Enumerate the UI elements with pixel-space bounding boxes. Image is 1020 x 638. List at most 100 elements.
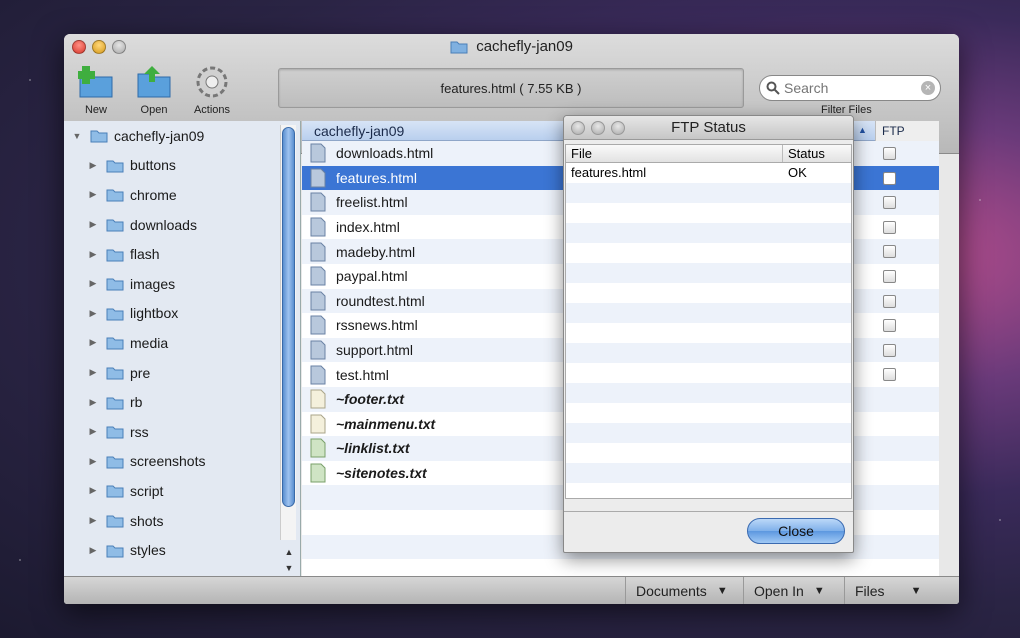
sidebar-item-buttons[interactable]: ▶ buttons (64, 151, 300, 181)
tree-root[interactable]: ▼ cachefly-jan09 (64, 121, 300, 151)
disclosure-closed-icon[interactable]: ▶ (88, 160, 98, 171)
sidebar-item-rss[interactable]: ▶ rss (64, 417, 300, 447)
dropdown-arrow-icon: ▼ (716, 585, 728, 597)
disclosure-closed-icon[interactable]: ▶ (88, 278, 98, 289)
ftp-checkbox[interactable] (883, 147, 896, 160)
disclosure-open-icon[interactable]: ▼ (72, 131, 82, 141)
sidebar-item-chrome[interactable]: ▶ chrome (64, 180, 300, 210)
clear-search-icon[interactable]: × (921, 81, 935, 95)
text-document-icon (310, 438, 326, 458)
disclosure-closed-icon[interactable]: ▶ (88, 367, 98, 378)
folder-icon (106, 278, 124, 291)
dialog-close-button[interactable] (571, 121, 585, 135)
gear-icon (196, 66, 228, 98)
sidebar-item-styles[interactable]: ▶ styles (64, 535, 300, 565)
search-input[interactable] (784, 80, 914, 96)
actions-label: Actions (193, 104, 231, 116)
ftp-checkbox[interactable] (883, 269, 896, 283)
sort-ascending-icon[interactable]: ▲ (858, 125, 867, 135)
ftp-checkbox[interactable] (883, 294, 896, 308)
ftp-status-column-header[interactable]: Status (783, 145, 825, 162)
sidebar-scrollbar[interactable] (280, 125, 296, 540)
ftp-empty-row (566, 223, 851, 243)
sidebar-item-label: buttons (130, 157, 176, 174)
new-folder-icon (78, 66, 113, 98)
ftp-checkbox[interactable] (883, 368, 896, 382)
sidebar-item-label: shots (130, 512, 164, 529)
html-document-icon (310, 365, 326, 385)
close-button[interactable]: Close (747, 518, 845, 544)
sidebar-item-downloads[interactable]: ▶ downloads (64, 210, 300, 240)
disclosure-closed-icon[interactable]: ▶ (88, 397, 98, 408)
sidebar-item-images[interactable]: ▶ images (64, 269, 300, 299)
disclosure-closed-icon[interactable]: ▶ (88, 456, 98, 467)
open-label: Open (140, 104, 168, 116)
disclosure-closed-icon[interactable]: ▶ (88, 337, 98, 348)
disclosure-closed-icon[interactable]: ▶ (88, 308, 98, 319)
ftp-empty-row (566, 363, 851, 383)
ftp-empty-row (566, 303, 851, 323)
folder-icon (106, 308, 124, 321)
sidebar-item-rb[interactable]: ▶ rb (64, 387, 300, 417)
scroll-up-arrow[interactable]: ▲ (282, 544, 296, 560)
ftp-status-table: File Status features.html OK (565, 144, 852, 499)
sidebar-item-label: images (130, 275, 176, 292)
sidebar-item-label: pre (130, 364, 151, 381)
sidebar-item-label: downloads (130, 216, 197, 233)
html-document-icon (310, 242, 326, 262)
ftp-checkbox[interactable] (883, 245, 896, 259)
sidebar-item-flash[interactable]: ▶ flash (64, 239, 300, 269)
disclosure-closed-icon[interactable]: ▶ (88, 189, 98, 200)
disclosure-closed-icon[interactable]: ▶ (88, 485, 98, 496)
sidebar-item-script[interactable]: ▶ script (64, 476, 300, 506)
ftp-empty-row (566, 263, 851, 283)
folder-tree: ▼ cachefly-jan09 ▶ buttons ▶ chrome ▶ downloa… (64, 121, 301, 576)
sidebar-item-pre[interactable]: ▶ pre (64, 358, 300, 388)
search-field[interactable]: × (759, 75, 941, 101)
sidebar-item-lightbox[interactable]: ▶ lightbox (64, 299, 300, 329)
html-document-icon (310, 143, 326, 163)
ftp-file-column-header[interactable]: File (566, 145, 783, 162)
dialog-minimize-button[interactable] (591, 121, 605, 135)
ftp-empty-row (566, 203, 851, 223)
documents-dropdown[interactable]: Documents ▼ (625, 577, 738, 604)
sidebar-item-screenshots[interactable]: ▶ screenshots (64, 447, 300, 477)
ftp-column-header[interactable]: FTP (875, 121, 939, 141)
disclosure-closed-icon[interactable]: ▶ (88, 515, 98, 526)
ftp-status-dialog: FTP Status File Status features.html OK C… (563, 115, 854, 553)
ftp-checkbox[interactable] (883, 220, 896, 234)
sidebar-scroll-thumb[interactable] (282, 127, 295, 507)
ftp-table-row[interactable]: features.html OK (566, 163, 851, 183)
disclosure-closed-icon[interactable]: ▶ (88, 545, 98, 556)
disclosure-closed-icon[interactable]: ▶ (88, 249, 98, 260)
files-dropdown[interactable]: Files ▼ (844, 577, 931, 604)
disclosure-closed-icon[interactable]: ▶ (88, 426, 98, 437)
ftp-checkbox[interactable] (883, 319, 896, 333)
ftp-dialog-titlebar[interactable]: FTP Status (564, 116, 853, 140)
files-label: Files (855, 583, 885, 599)
dialog-zoom-button[interactable] (611, 121, 625, 135)
folder-icon (106, 545, 124, 558)
text-document-icon (310, 463, 326, 483)
open-button[interactable]: Open (126, 64, 182, 116)
actions-button[interactable]: Actions (184, 64, 240, 116)
sidebar-item-label: screenshots (130, 453, 206, 470)
scroll-down-arrow[interactable]: ▼ (282, 560, 296, 576)
sidebar-item-label: styles (130, 542, 166, 559)
ftp-empty-row (566, 183, 851, 203)
ftp-checkbox[interactable] (883, 196, 896, 210)
ftp-checkbox[interactable] (883, 343, 896, 357)
ftp-empty-row (566, 443, 851, 463)
folder-icon (106, 515, 124, 528)
dropdown-arrow-icon: ▼ (910, 585, 922, 597)
disclosure-closed-icon[interactable]: ▶ (88, 219, 98, 230)
sidebar-item-shots[interactable]: ▶ shots (64, 506, 300, 536)
documents-label: Documents (636, 583, 707, 599)
dialog-divider (564, 511, 853, 512)
ftp-checkbox[interactable] (883, 171, 896, 185)
open-in-dropdown[interactable]: Open In ▼ (743, 577, 835, 604)
file-list-header-label: cachefly-jan09 (314, 122, 405, 139)
new-button[interactable]: New (68, 64, 124, 116)
sidebar-item-media[interactable]: ▶ media (64, 328, 300, 358)
ftp-row-status: OK (788, 165, 807, 180)
